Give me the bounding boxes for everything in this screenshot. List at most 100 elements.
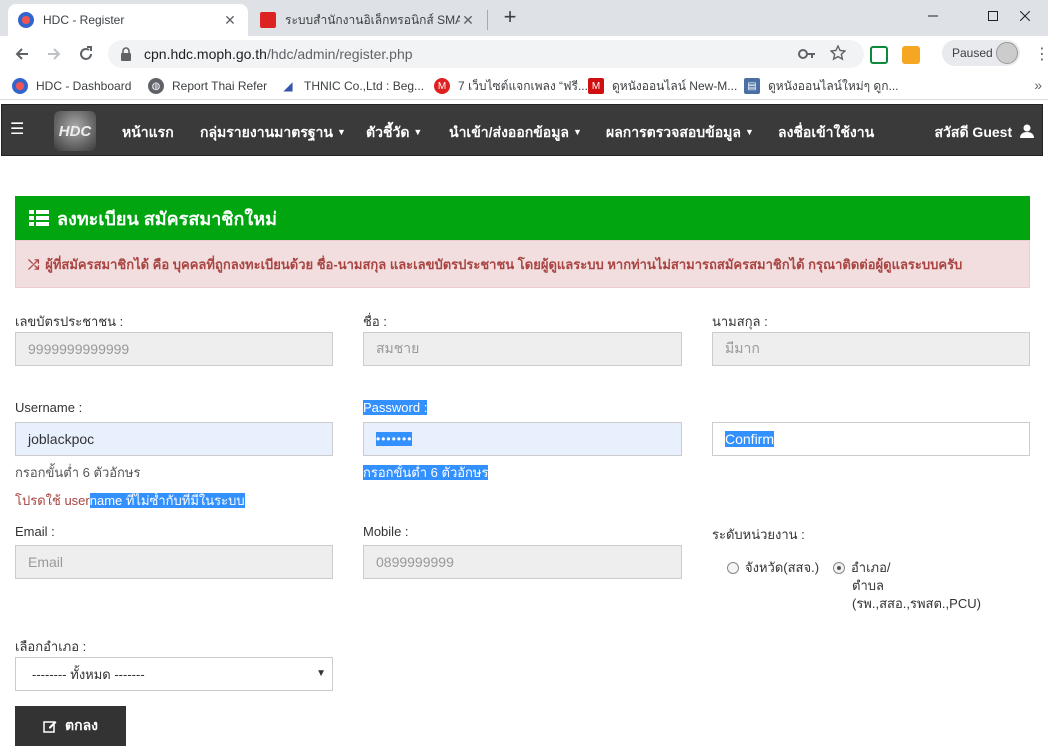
tab-separator (487, 10, 488, 30)
bookmark-movie-new[interactable]: M ดูหนังออนไลน์ New-M... (588, 77, 737, 95)
extension-shield-icon[interactable] (870, 46, 888, 64)
password-hint: กรอกขั้นต่ำ 6 ตัวอักษร (363, 462, 489, 483)
mobile-label: Mobile : (363, 524, 409, 539)
avatar (996, 42, 1018, 64)
bookmark-free-music[interactable]: M 7 เว็บไซต์แจกเพลง “ฟรี... (434, 77, 588, 95)
shuffle-icon: ⤮ (28, 255, 40, 272)
email-input[interactable]: Email (15, 545, 333, 579)
panel-heading: ลงทะเบียน สมัครสมาชิกใหม่ (15, 196, 1030, 240)
district-select[interactable]: -------- ทั้งหมด ------- ▼ (15, 657, 333, 691)
bookmark-thai-refer[interactable]: ◍ Report Thai Refer (148, 77, 267, 95)
cid-label: เลขบัตรประชาชน : (15, 314, 124, 329)
back-button[interactable] (10, 42, 34, 66)
panel-title: ลงทะเบียน สมัครสมาชิกใหม่ (57, 208, 277, 229)
radio-label: อำเภอ/ (851, 560, 891, 575)
bookmark-hdc-dashboard[interactable]: HDC - Dashboard (12, 77, 131, 95)
profile-button[interactable]: Paused (942, 40, 1020, 66)
close-icon[interactable]: ✕ (222, 12, 238, 29)
site-navbar: ☰ HDC หน้าแรก กลุ่มรายงานมาตรฐาน ▼ ตัวชี้… (1, 104, 1043, 156)
close-icon[interactable]: ✕ (460, 12, 476, 29)
caret-down-icon: ▼ (744, 127, 754, 137)
username-hint: กรอกขั้นต่ำ 6 ตัวอักษร (15, 465, 141, 480)
bookmark-label: ดูหนังออนไลน์ใหม่ๆ ดูก... (768, 78, 899, 93)
hdc-logo[interactable]: HDC (54, 111, 96, 151)
nav-indicators[interactable]: ตัวชี้วัด ▼ (366, 122, 422, 144)
submit-label: ตกลง (65, 717, 98, 733)
key-icon[interactable] (798, 47, 816, 61)
edit-icon (43, 721, 57, 733)
url-path: /hdc/admin/register.php (266, 46, 413, 62)
bookmark-label: 7 เว็บไซต์แจกเพลง “ฟรี... (458, 78, 588, 93)
url-host: cpn.hdc.moph.go.th (144, 46, 267, 62)
arrow-left-icon (15, 48, 28, 60)
registration-notice: ⤮ ผู้ที่สมัครสมาชิกได้ คือ บุคคลที่ถูกลง… (15, 240, 1030, 288)
guest-greeting[interactable]: สวัสดี Guest (934, 122, 1034, 144)
bookmarks-more-button[interactable]: » (1034, 77, 1042, 93)
password-input[interactable]: ••••••• (363, 422, 682, 456)
caret-down-icon: ▼ (337, 127, 346, 137)
minimize-button[interactable] (910, 0, 956, 32)
confirm-password-input[interactable]: Confirm (712, 422, 1030, 456)
browser-toolbar: cpn.hdc.moph.go.th/hdc/admin/register.ph… (0, 36, 1048, 72)
nav-label: กลุ่มรายงานมาตรฐาน (200, 124, 333, 140)
last-name-input[interactable]: มีมาก (712, 332, 1030, 366)
caret-down-icon: ▼ (573, 127, 582, 137)
warning-text: โปรดใช้ user (15, 493, 90, 508)
greeting-text: สวัสดี Guest (934, 124, 1013, 140)
hdc-favicon-icon (18, 12, 34, 28)
hamburger-menu-icon[interactable]: ☰ (10, 119, 24, 139)
address-bar[interactable]: cpn.hdc.moph.go.th/hdc/admin/register.ph… (108, 40, 864, 68)
nav-data-check[interactable]: ผลการตรวจสอบข้อมูล ▼ (606, 122, 754, 144)
nav-login[interactable]: ลงชื่อเข้าใช้งาน (778, 122, 874, 144)
password-hint-text: กรอกขั้นต่ำ 6 ตัวอักษร (363, 465, 489, 480)
nav-label: ลงชื่อเข้าใช้งาน (778, 124, 875, 140)
tab-smart-office[interactable]: ระบบสำนักงานอิเล็กทรอนิกส์ SMART O ✕ (250, 4, 486, 36)
film-favicon-icon: ▤ (744, 78, 760, 94)
mobile-input[interactable]: 0899999999 (363, 545, 682, 579)
nav-standard-reports[interactable]: กลุ่มรายงานมาตรฐาน ▼ (200, 122, 346, 144)
movie-favicon-icon: M (588, 78, 604, 94)
tab-title: ระบบสำนักงานอิเล็กทรอนิกส์ SMART O (285, 12, 460, 27)
reload-button[interactable] (74, 42, 98, 66)
extension-bag-icon[interactable] (902, 46, 920, 64)
username-input[interactable]: joblackpoc (15, 422, 333, 456)
first-name-input[interactable]: สมชาย (363, 332, 682, 366)
browser-tab-strip: HDC - Register ✕ ระบบสำนักงานอิเล็กทรอนิ… (0, 0, 1048, 36)
nav-label: ผลการตรวจสอบข้อมูล (606, 124, 741, 140)
nav-home[interactable]: หน้าแรก (122, 122, 174, 144)
username-warning: โปรดใช้ username ที่ไม่ซ้ำกับที่มีในระบบ (15, 490, 245, 511)
nav-label: หน้าแรก (122, 124, 174, 140)
confirm-placeholder: Confirm (725, 431, 775, 447)
password-label-text: Password : (363, 400, 428, 415)
tab-hdc-register[interactable]: HDC - Register ✕ (8, 4, 248, 36)
list-icon (29, 210, 49, 226)
bookmark-movie-latest[interactable]: ▤ ดูหนังออนไลน์ใหม่ๆ ดูก... (744, 77, 899, 95)
lock-icon (121, 47, 131, 61)
hdc-favicon-icon (12, 78, 28, 94)
forward-button[interactable] (42, 42, 66, 66)
cid-input[interactable]: 9999999999999 (15, 332, 333, 366)
radio-province[interactable]: จังหวัด(สสจ.) (727, 557, 819, 578)
new-tab-button[interactable]: + (498, 6, 522, 30)
dropdown-arrow-icon: ▼ (316, 668, 326, 679)
password-label: Password : (363, 400, 428, 415)
bookmark-label: HDC - Dashboard (36, 79, 132, 93)
music-favicon-icon: M (434, 78, 450, 94)
notice-text: ผู้ที่สมัครสมาชิกได้ คือ บุคคลที่ถูกลงทะ… (45, 256, 963, 272)
menu-kebab-icon[interactable]: ⋮ (1034, 44, 1048, 64)
globe-icon: ◍ (148, 78, 164, 94)
password-dots: ••••••• (376, 432, 413, 446)
radio-button-checked-icon (833, 562, 845, 574)
star-icon[interactable] (830, 45, 846, 61)
submit-button[interactable]: ตกลง (15, 706, 126, 746)
reload-icon (80, 46, 92, 60)
tab-title: HDC - Register (43, 13, 125, 27)
bookmark-label: Report Thai Refer (172, 79, 268, 93)
district-selected-value: -------- ทั้งหมด ------- (32, 666, 145, 682)
radio-label: จังหวัด(สสจ.) (745, 560, 820, 575)
email-label: Email : (15, 524, 55, 539)
minimize-icon (928, 15, 938, 17)
nav-import-export[interactable]: นำเข้า/ส่งออกข้อมูล ▼ (449, 122, 582, 144)
close-window-button[interactable] (1002, 0, 1048, 32)
bookmark-thnic[interactable]: ◢ THNIC Co.,Ltd : Beg... (280, 77, 424, 95)
